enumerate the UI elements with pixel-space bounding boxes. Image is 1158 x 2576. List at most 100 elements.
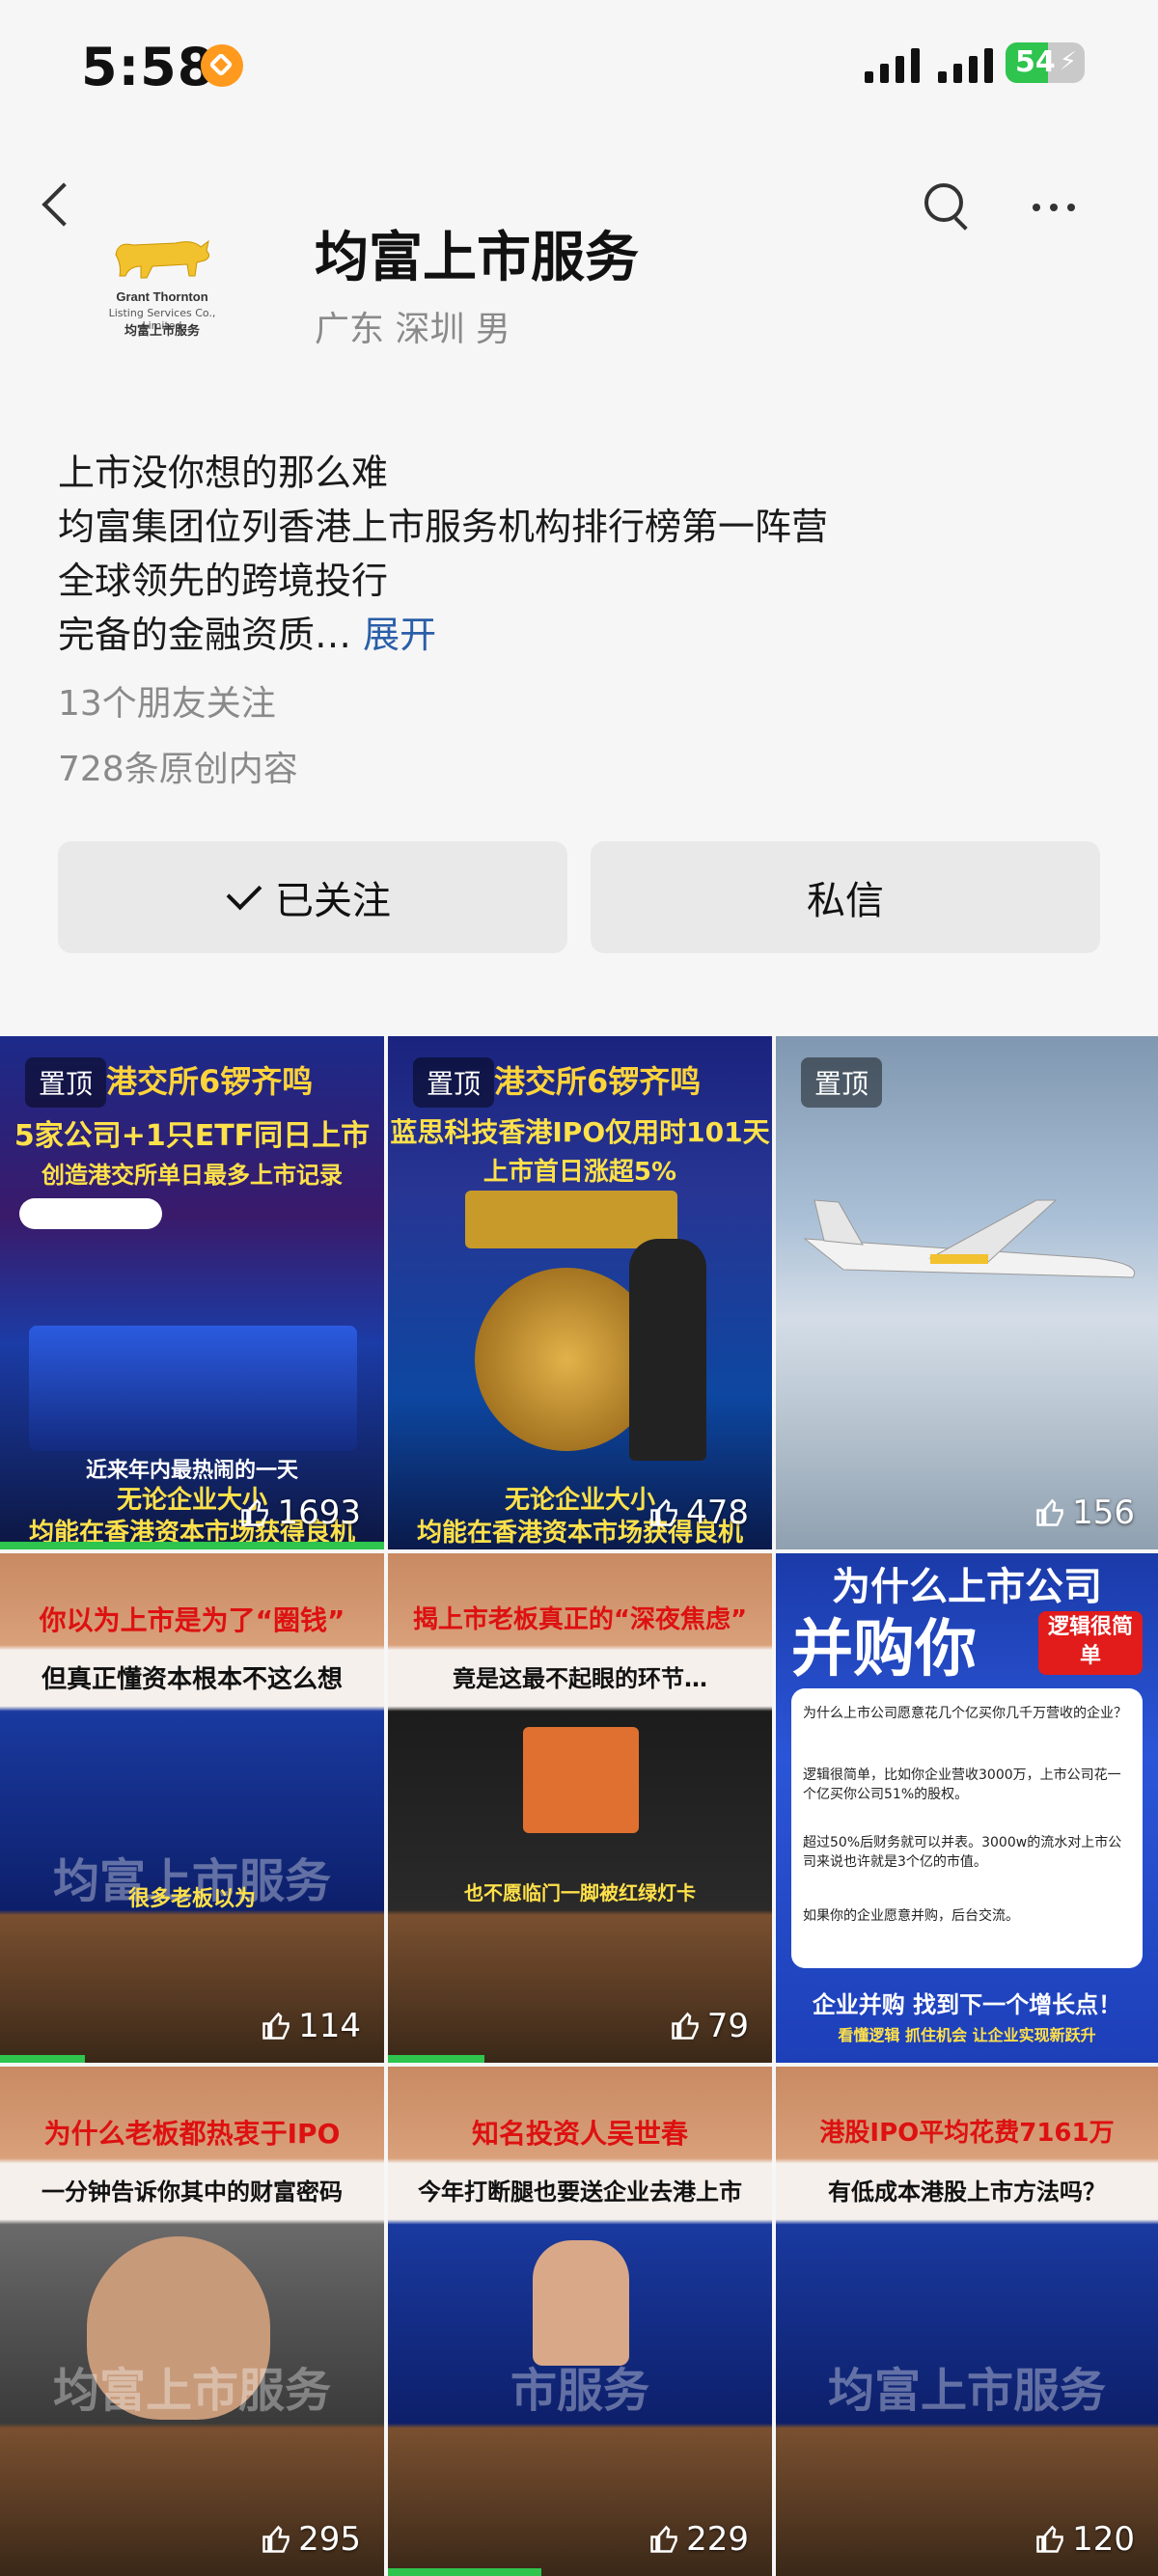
video-thumbnail[interactable]: 为什么上市公司 并购你 逻辑很简单 为什么上市公司愿意花几个亿买你几千万营收的企… (776, 1553, 1158, 2063)
video-subtitle: 上市首日涨超5% (482, 1158, 677, 1187)
info-card: 为什么上市公司愿意花几个亿买你几千万营收的企业？ 逻辑很简单，比如你企业营收30… (791, 1688, 1143, 1968)
battery-icon: 54 ⚡ (1006, 42, 1085, 83)
like-count: 156 (1035, 1494, 1135, 1532)
search-button[interactable] (919, 178, 977, 235)
video-subtitle: 但真正懂资本根本不这么想 (41, 1665, 343, 1694)
like-count: 114 (262, 2007, 361, 2045)
info-point: 为什么上市公司愿意花几个亿买你几千万营收的企业？ (803, 1706, 1127, 1721)
video-footer: 企业并购 找到下一个增长点！ (812, 1991, 1122, 2018)
bio-line: 上市没你想的那么难 (58, 452, 389, 494)
like-count: 120 (1035, 2520, 1135, 2559)
status-time: 5:58 (81, 37, 215, 97)
person-image (629, 1239, 706, 1461)
profile-name: 均富上市服务 (315, 227, 639, 289)
info-point: 逻辑很简单，比如你企业营收3000万，上市公司花一个亿买你公司51%的股权。 (803, 1768, 1121, 1802)
thumbs-up-icon (650, 2525, 677, 2553)
video-thumbnail[interactable]: 揭上市老板真正的“深夜焦虑” 竟是这最不起眼的环节… 也不愿临门一脚被红绿灯卡 … (388, 1553, 772, 2063)
message-button[interactable]: 私信 (591, 841, 1100, 953)
like-count: 229 (649, 2520, 749, 2559)
avatar[interactable]: Grant Thornton Listing Services Co., Lim… (96, 228, 228, 340)
video-grid: 置顶 港交所6锣齐鸣 5家公司+1只ETF同日上市 创造港交所单日最多上市记录 … (0, 1036, 1158, 2576)
followed-button[interactable]: 已关注 (58, 841, 567, 953)
video-title: 港交所6锣齐鸣 (106, 1063, 314, 1100)
watch-progress (0, 2055, 85, 2063)
watch-progress (388, 2568, 542, 2576)
video-caption: 很多老板以为 (127, 1887, 256, 1911)
stage-image (29, 1326, 357, 1451)
video-title-large: 并购你 (791, 1614, 977, 1685)
thumbs-up-icon (1036, 1498, 1063, 1526)
info-point: 超过50%后财务就可以并表。3000w的流水对上市公司来说也许就是3个亿的市值。 (803, 1835, 1122, 1870)
bio-line: 全球领先的跨境投行 (58, 560, 389, 602)
video-footer-sub: 看懂逻辑 抓住机会 让企业实现新跃升 (838, 2026, 1096, 2044)
thumbs-up-icon (1036, 2525, 1063, 2553)
person-image (533, 2240, 629, 2366)
video-title: 港交所6锣齐鸣 (494, 1063, 702, 1100)
bio-line: 完备的金融资质… (58, 614, 352, 656)
thumbs-up-icon (650, 1498, 677, 1526)
pinned-badge: 置顶 (801, 1057, 883, 1108)
thumbs-up-icon (241, 1498, 269, 1526)
info-point: 如果你的企业愿意并购，后台交流。 (803, 1908, 1019, 1924)
thumbs-up-icon (671, 2012, 699, 2040)
expand-bio-link[interactable]: 展开 (363, 614, 436, 656)
bio-line: 均富集团位列香港上市服务机构排行榜第一阵营 (58, 506, 829, 548)
video-subtitle: 蓝思科技香港IPO仅用时101天 (390, 1116, 770, 1148)
like-count: 79 (671, 2007, 749, 2045)
check-icon (226, 874, 262, 911)
stage-frame (465, 1191, 677, 1248)
video-thumbnail[interactable]: 置顶 港交所6锣齐鸣 5家公司+1只ETF同日上市 创造港交所单日最多上市记录 … (0, 1036, 384, 1549)
watermark: 市服务 (510, 2364, 649, 2418)
video-thumbnail[interactable]: 你以为上市是为了“圈钱” 但真正懂资本根本不这么想 均富上市服务 很多老板以为 … (0, 1553, 384, 2063)
video-subtitle: 创造港交所单日最多上市记录 (41, 1162, 343, 1189)
video-title: 你以为上市是为了“圈钱” (39, 1604, 345, 1636)
watch-progress (0, 1542, 384, 1549)
charging-icon: ⚡ (1059, 47, 1077, 76)
signal-icon-2 (938, 46, 993, 83)
pinned-badge: 置顶 (413, 1057, 495, 1108)
video-title: 港股IPO平均花费7161万 (819, 2119, 1115, 2148)
back-button[interactable] (35, 176, 83, 233)
bull-logo-icon (115, 239, 210, 279)
followed-label: 已关注 (275, 879, 391, 923)
like-count: 1693 (240, 1494, 361, 1532)
status-bar: 5:58 54 ⚡ (0, 0, 1158, 135)
video-thumbnail[interactable]: 置顶 港交所6锣齐鸣 蓝思科技香港IPO仅用时101天 上市首日涨超5% 无论企… (388, 1036, 772, 1549)
notification-icon (201, 44, 243, 87)
video-title: 知名投资人吴世春 (471, 2118, 688, 2150)
exchange-logo (19, 1198, 162, 1229)
logic-badge: 逻辑很简单 (1038, 1611, 1143, 1675)
logo-text: Grant Thornton (116, 289, 208, 304)
watch-progress (388, 2055, 484, 2063)
screen-image (523, 1727, 639, 1833)
video-subtitle: 有低成本港股上市方法吗？ (828, 2179, 1106, 2206)
signal-icon (865, 46, 920, 83)
video-subtitle: 竟是这最不起眼的环节… (453, 1665, 707, 1692)
watermark: 均富上市服务 (52, 2364, 331, 2418)
video-subtitle: 今年打断腿也要送企业去港上市 (418, 2179, 742, 2206)
pinned-badge: 置顶 (25, 1057, 107, 1108)
video-thumbnail[interactable]: 知名投资人吴世春 今年打断腿也要送企业去港上市 市服务 229 (388, 2067, 772, 2576)
battery-level: 54 (1015, 45, 1056, 79)
video-title: 揭上市老板真正的“深夜焦虑” (412, 1605, 748, 1634)
profile-location: 广东 深圳 男 (315, 310, 510, 349)
original-content-count: 728条原创内容 (58, 750, 298, 789)
thumbs-up-icon (262, 2012, 290, 2040)
like-count: 295 (262, 2520, 361, 2559)
video-thumbnail[interactable]: 置顶 156 (776, 1036, 1158, 1549)
video-title: 为什么老板都热衷于IPO (43, 2118, 341, 2150)
video-thumbnail[interactable]: 港股IPO平均花费7161万 有低成本港股上市方法吗？ 均富上市服务 120 (776, 2067, 1158, 2576)
logo-chinese-text: 均富上市服务 (124, 324, 200, 339)
video-caption: 也不愿临门一脚被红绿灯卡 (464, 1881, 696, 1905)
friends-following[interactable]: 13个朋友关注 (58, 675, 276, 726)
message-label: 私信 (807, 879, 884, 923)
more-options-button[interactable] (1033, 193, 1094, 222)
profile-bio: 上市没你想的那么难 均富集团位列香港上市服务机构排行榜第一阵营 全球领先的跨境投… (58, 446, 1100, 662)
like-count: 478 (649, 1494, 749, 1532)
video-subtitle: 5家公司+1只ETF同日上市 (14, 1119, 371, 1153)
video-thumbnail[interactable]: 为什么老板都热衷于IPO 一分钟告诉你其中的财富密码 均富上市服务 295 (0, 2067, 384, 2576)
search-icon (924, 183, 963, 222)
watermark: 均富上市服务 (827, 2364, 1106, 2418)
video-subtitle: 一分钟告诉你其中的财富密码 (41, 2179, 343, 2206)
thumbs-up-icon (262, 2525, 290, 2553)
